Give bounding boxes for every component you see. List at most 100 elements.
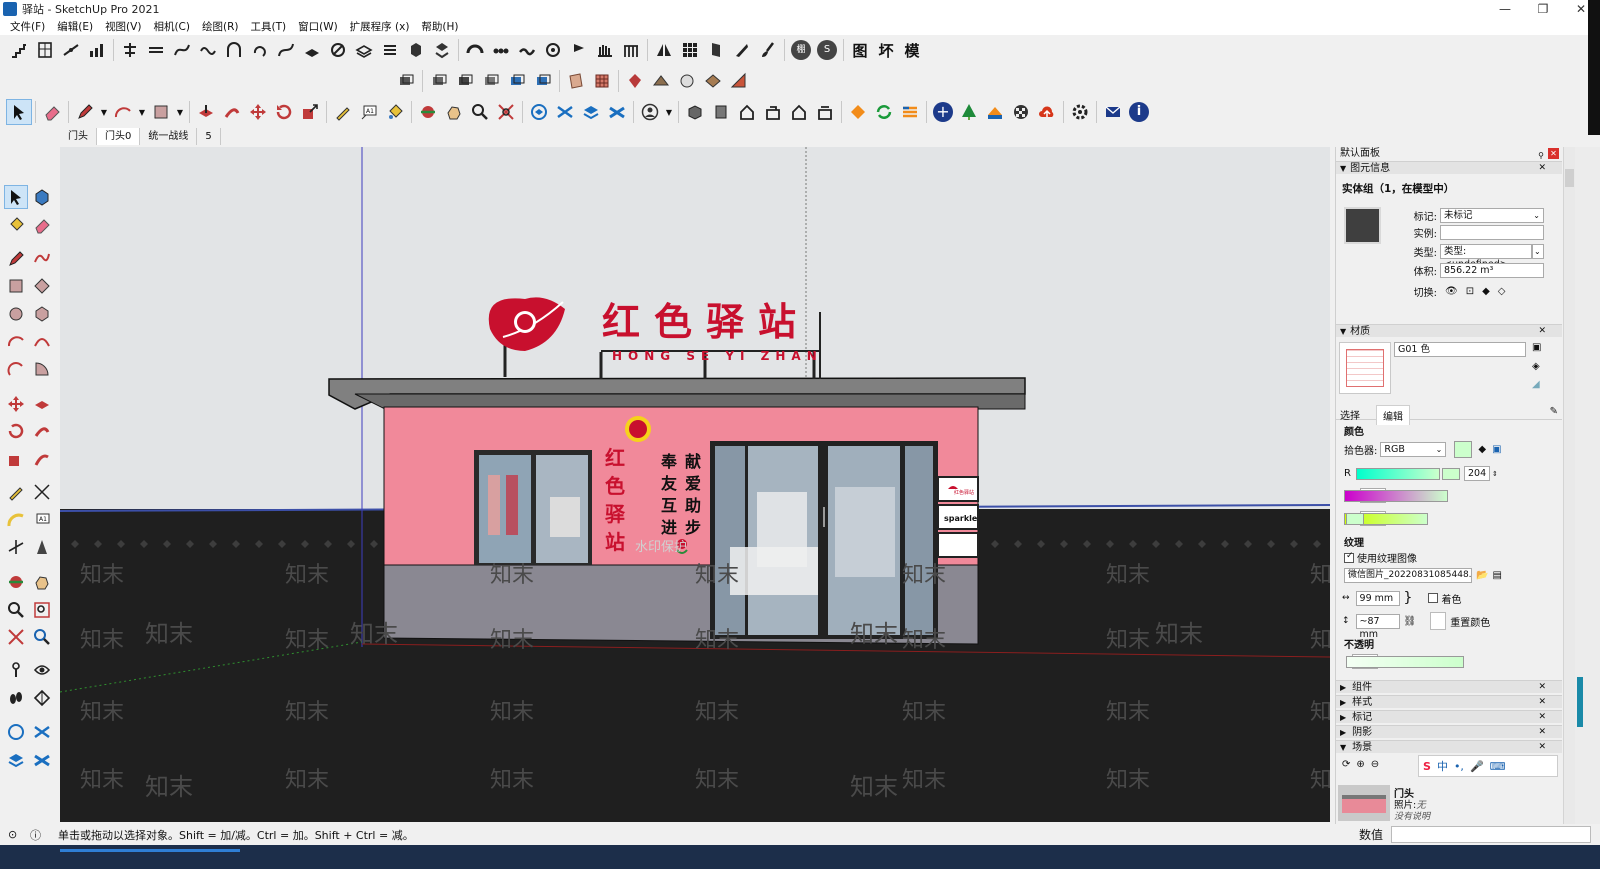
extrude-tool-icon[interactable] [429,37,455,63]
front-view-icon[interactable] [734,99,760,125]
3d-warehouse-icon[interactable] [526,99,552,125]
current-color-swatch[interactable] [1454,441,1473,458]
extension-manager-icon[interactable] [30,748,54,772]
circle-tool-icon[interactable] [4,302,28,326]
lock-icon[interactable]: ⊡ [1466,286,1474,297]
material-sample-icon[interactable] [648,68,674,94]
follow-me-tool-icon[interactable] [219,99,245,125]
plugin-orange-icon[interactable] [845,99,871,125]
pie-tool-icon[interactable] [30,357,54,381]
tree-plugin-icon[interactable] [956,99,982,125]
section-plane-icon[interactable] [30,686,54,710]
add-plugin-icon[interactable]: + [930,99,956,125]
colorize-checkbox[interactable] [1428,593,1439,603]
menu-help[interactable]: 帮助(H) [415,19,464,34]
align-tool-icon[interactable] [117,37,143,63]
zoom-extents-tool-icon[interactable] [4,625,28,649]
wave-tool-icon[interactable] [195,37,221,63]
tag-select[interactable]: 未标记 ⌄ [1440,208,1544,223]
menu-tools[interactable]: 工具(T) [244,19,292,34]
ime-toolbar[interactable]: S 中 •, 🎤 ⌨ [1418,755,1558,777]
scale-tool-icon[interactable] [297,99,323,125]
shadows-section[interactable]: ▶ 阴影 ✕ [1336,725,1562,738]
follow-me-tool-icon[interactable] [30,419,54,443]
red-spinner[interactable]: ⇕ [1492,470,1498,478]
opacity-slider[interactable] [1346,655,1464,668]
tab-edit[interactable]: 编辑 [1376,405,1410,425]
menu-view[interactable]: 视图(V) [99,19,147,34]
tilde-tool-icon[interactable] [514,37,540,63]
entity-color-swatch[interactable] [1344,207,1381,244]
back-view-icon[interactable] [786,99,812,125]
plugin-shed-icon[interactable]: 棚 [788,37,814,63]
panel-scrollbar[interactable] [1563,147,1575,824]
plugin-s-icon[interactable]: S [814,37,840,63]
left-view-icon[interactable] [812,99,838,125]
walk-tool-icon[interactable] [4,686,28,710]
refresh-icon[interactable] [871,99,897,125]
restore-button[interactable]: ❐ [1524,0,1562,18]
3d-warehouse-icon[interactable] [4,720,28,744]
zoom-window-tool-icon[interactable] [30,598,54,622]
edit-texture-icon[interactable]: ▤ [1492,570,1501,581]
move-tool-icon[interactable] [245,99,271,125]
plugin-layers-icon[interactable] [897,99,923,125]
comb-tool-icon[interactable] [592,37,618,63]
flag-tool-icon[interactable] [566,37,592,63]
plugin-env-icon[interactable]: 坏 [873,37,899,63]
remove-scene-icon[interactable]: ⊖ [1371,759,1379,770]
pen-tool-icon[interactable] [325,37,351,63]
stair-tool-icon[interactable] [6,37,32,63]
status-geo-icon[interactable]: ⊙ [8,828,17,841]
right-view-icon[interactable] [760,99,786,125]
arch-tool-icon[interactable] [221,37,247,63]
pan-tool-icon[interactable] [30,570,54,594]
previous-view-icon[interactable] [30,625,54,649]
styles-section[interactable]: ▶ 样式 ✕ [1336,695,1562,708]
receive-shadow-icon[interactable]: ◇ [1498,286,1506,297]
match-color-icon[interactable]: ◆ [1478,444,1486,455]
component-f-icon[interactable] [530,68,556,94]
settings-gear-icon[interactable] [1067,99,1093,125]
extension-warehouse-icon[interactable] [552,99,578,125]
eyedropper-icon[interactable]: ✎ [1550,406,1558,417]
plane-tool-icon[interactable] [299,37,325,63]
tape-measure-tool-icon[interactable] [4,480,28,504]
rotate-tool-icon[interactable] [4,419,28,443]
texture-height-input[interactable]: ~87 mm [1355,613,1400,640]
select-tool-icon[interactable] [6,99,32,125]
offset-tool-icon[interactable] [30,447,54,471]
position-camera-icon[interactable] [4,658,28,682]
info-icon[interactable]: i [1126,99,1152,125]
menu-camera[interactable]: 相机(C) [147,19,196,34]
pan-tool-icon[interactable] [441,99,467,125]
material-cube-icon[interactable]: ◈ [1532,361,1540,372]
tab-mentou[interactable]: 门头 [60,128,97,145]
box-tool-icon[interactable] [403,37,429,63]
mirror-tool-icon[interactable] [651,37,677,63]
reset-color-label[interactable]: 重置颜色 [1450,614,1490,629]
paint-bucket-tool-icon[interactable] [4,213,28,237]
texture-width-input[interactable]: 99 mm [1355,590,1400,606]
eraser-tool-icon[interactable] [30,213,54,237]
model-viewport[interactable]: 红色驿站 HONG SE YI ZHAN 红色驿站 奉友互进 献爱助步 红色驿站… [60,147,1330,822]
chain-tool-icon[interactable] [488,37,514,63]
scale-tool-icon[interactable] [4,447,28,471]
look-around-icon[interactable] [30,658,54,682]
material-create-icon[interactable]: ▣ [1532,342,1541,353]
two-point-arc-icon[interactable] [30,329,54,353]
three-point-arc-icon[interactable] [4,357,28,381]
add-scene-icon[interactable]: ⊕ [1356,759,1364,770]
green-slider[interactable] [1344,489,1448,502]
layout-send-icon[interactable] [4,748,28,772]
tape-measure-tool-icon[interactable] [330,99,356,125]
extension-manager-icon[interactable] [604,99,630,125]
material-name-input[interactable]: G01 色 [1394,342,1526,357]
dimension-tool-icon[interactable] [30,480,54,504]
tags-section[interactable]: ▶ 标记 ✕ [1336,710,1562,723]
door-tool-icon[interactable] [703,37,729,63]
browse-folder-icon[interactable]: 📂 [1476,570,1488,581]
menu-edit[interactable]: 编辑(E) [51,19,99,34]
component-a-icon[interactable] [393,68,419,94]
text-tool-icon[interactable]: A1 [30,508,54,532]
